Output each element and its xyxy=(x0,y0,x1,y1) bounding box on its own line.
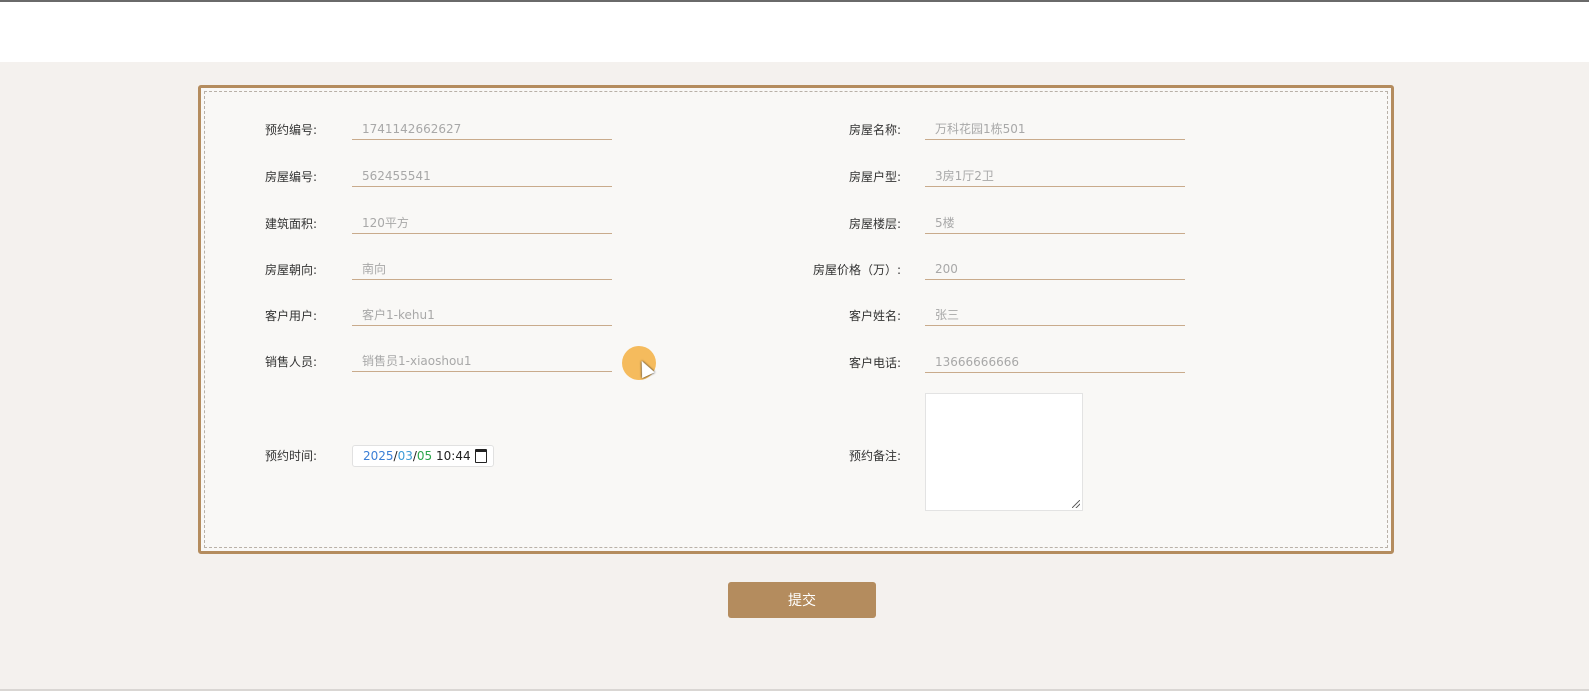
salesperson-label: 销售人员: xyxy=(265,355,318,369)
customer-name-field[interactable]: 张三 xyxy=(925,304,1185,326)
house-name-label: 房屋名称: xyxy=(848,123,901,137)
house-layout-field[interactable]: 3房1厅2卫 xyxy=(925,165,1185,187)
house-number-label: 房屋编号: xyxy=(265,170,318,184)
resize-grip-icon[interactable] xyxy=(1072,500,1080,508)
appointment-time-label: 预约时间: xyxy=(265,449,318,463)
calendar-icon[interactable] xyxy=(475,449,487,463)
submit-button[interactable]: 提交 xyxy=(728,582,876,618)
house-floor-field[interactable]: 5楼 xyxy=(925,212,1185,234)
customer-user-field[interactable]: 客户1-kehu1 xyxy=(352,304,612,326)
house-orientation-field[interactable]: 南向 xyxy=(352,258,612,280)
customer-user-label: 客户用户: xyxy=(265,309,318,323)
salesperson-field[interactable]: 销售员1-xiaoshou1 xyxy=(352,350,612,372)
form-dashed-border: 预约编号: 1741142662627 房屋名称: 万科花园1栋501 房屋编号… xyxy=(204,91,1388,548)
date-month: 03 xyxy=(397,449,413,463)
house-price-field[interactable]: 200 xyxy=(925,258,1185,280)
house-price-label: 房屋价格（万）: xyxy=(812,263,901,277)
customer-phone-label: 客户电话: xyxy=(848,356,901,370)
top-bar xyxy=(0,2,1589,62)
house-name-field[interactable]: 万科花园1栋501 xyxy=(925,118,1185,140)
house-layout-label: 房屋户型: xyxy=(848,170,901,184)
customer-phone-field[interactable]: 13666666666 xyxy=(925,351,1185,373)
house-orientation-label: 房屋朝向: xyxy=(265,263,318,277)
building-area-field[interactable]: 120平方 xyxy=(352,212,612,234)
building-area-label: 建筑面积: xyxy=(265,217,318,231)
remarks-label: 预约备注: xyxy=(848,449,901,463)
house-floor-label: 房屋楼层: xyxy=(848,217,901,231)
appointment-time-input[interactable]: 2025/03/05 10:44 xyxy=(352,445,494,467)
date-year: 2025 xyxy=(363,449,394,463)
date-day: 05 xyxy=(416,449,433,463)
customer-name-label: 客户姓名: xyxy=(848,309,901,323)
remarks-textarea[interactable] xyxy=(925,393,1083,511)
booking-number-field[interactable]: 1741142662627 xyxy=(352,118,612,140)
booking-number-label: 预约编号: xyxy=(265,123,318,137)
time-value: 10:44 xyxy=(436,449,471,463)
house-number-field[interactable]: 562455541 xyxy=(352,165,612,187)
appointment-form: 预约编号: 1741142662627 房屋名称: 万科花园1栋501 房屋编号… xyxy=(198,85,1394,554)
